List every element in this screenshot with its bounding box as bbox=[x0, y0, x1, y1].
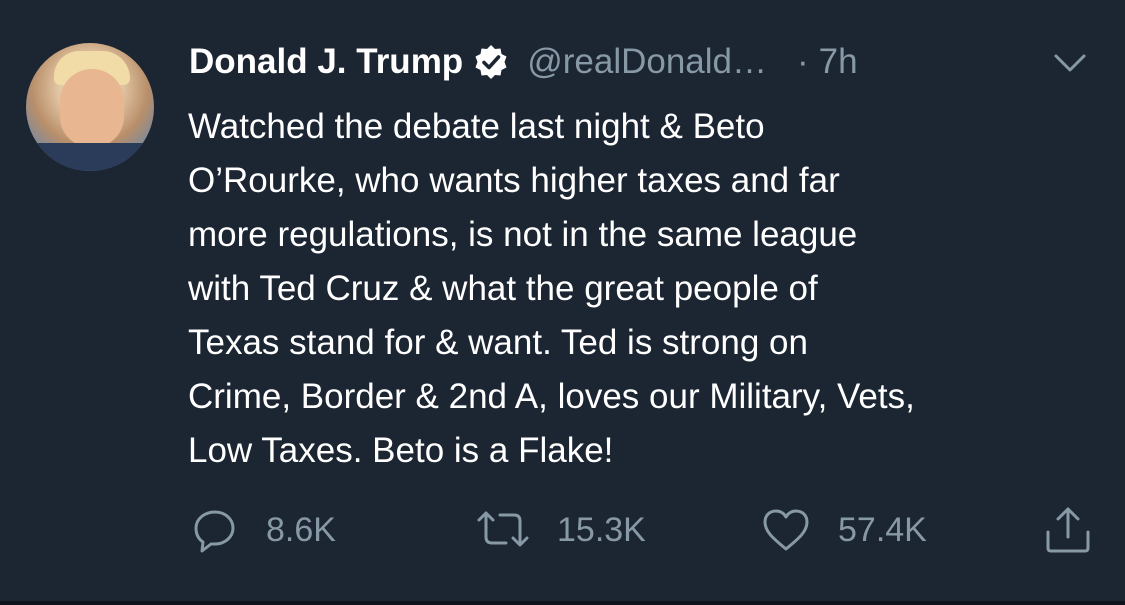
avatar-suit bbox=[26, 143, 154, 171]
like-count: 57.4K bbox=[838, 510, 927, 549]
tweet-text-line: with Ted Cruz & what the great people of bbox=[188, 269, 818, 308]
author-name[interactable]: Donald J. Trump bbox=[189, 42, 463, 82]
divider bbox=[0, 601, 1125, 605]
tweet-header: Donald J. Trump @realDonald… · 7h bbox=[189, 40, 858, 84]
avatar[interactable] bbox=[26, 43, 154, 171]
tweet-text-line: Low Taxes. Beto is a Flake! bbox=[188, 431, 614, 470]
tweet-text-line: O’Rourke, who wants higher taxes and far bbox=[188, 161, 840, 200]
verified-badge-icon bbox=[473, 44, 509, 80]
heart-icon bbox=[763, 509, 809, 551]
reply-count: 8.6K bbox=[266, 510, 336, 549]
tweet-text-line: Watched the debate last night & Beto bbox=[188, 107, 765, 146]
reply-icon bbox=[194, 510, 235, 553]
tweet-text-line: Crime, Border & 2nd A, loves our Militar… bbox=[188, 377, 915, 416]
reply-button[interactable]: 8.6K bbox=[190, 500, 336, 560]
share-icon bbox=[1046, 507, 1090, 553]
separator-dot: · bbox=[797, 42, 809, 81]
retweet-count: 15.3K bbox=[557, 510, 646, 549]
tweet-card[interactable]: Donald J. Trump @realDonald… · 7h Watche… bbox=[0, 0, 1125, 605]
like-button[interactable]: 57.4K bbox=[760, 500, 927, 560]
tweet-text-line: more regulations, is not in the same lea… bbox=[188, 215, 858, 254]
retweet-icon bbox=[477, 511, 529, 547]
share-button[interactable] bbox=[1043, 500, 1093, 560]
tweet-text-line: Texas stand for & want. Ted is strong on bbox=[188, 323, 808, 362]
retweet-button[interactable]: 15.3K bbox=[475, 500, 646, 560]
tweet-text: Watched the debate last night & Beto O’R… bbox=[188, 100, 1108, 478]
avatar-face bbox=[60, 69, 124, 147]
timestamp[interactable]: 7h bbox=[819, 42, 858, 82]
chevron-down-icon[interactable] bbox=[1052, 50, 1088, 76]
action-bar: 8.6K 15.3K 57.4K bbox=[0, 500, 1125, 560]
author-handle[interactable]: @realDonald… bbox=[527, 42, 767, 82]
